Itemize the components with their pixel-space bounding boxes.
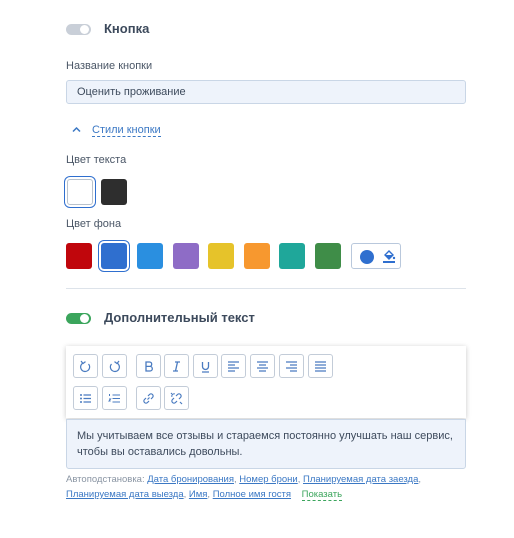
link-button[interactable]	[136, 386, 161, 410]
align-left-icon	[228, 360, 239, 372]
bg-color-swatch-blue[interactable]	[101, 243, 127, 269]
align-justify-icon	[315, 360, 326, 372]
button-name-input[interactable]: Оценить проживание	[66, 80, 466, 104]
toggle-knob	[80, 314, 89, 323]
bullet-list-icon	[80, 393, 91, 403]
autosub-show-link[interactable]: Показать	[301, 489, 343, 501]
editor-toolbar	[66, 346, 466, 418]
redo-button[interactable]	[102, 354, 127, 378]
autosub-var-booking-number[interactable]: Номер брони	[239, 474, 297, 485]
italic-icon	[173, 360, 180, 372]
autosub-var-booking-date[interactable]: Дата бронирования	[147, 474, 234, 485]
button-name-label: Название кнопки	[66, 60, 153, 72]
undo-button[interactable]	[73, 354, 98, 378]
bg-color-label: Цвет фона	[66, 218, 122, 230]
button-section-title: Кнопка	[104, 21, 150, 36]
extra-text-editor[interactable]: Мы учитываем все отзывы и стараемся пост…	[66, 419, 466, 469]
unlink-icon	[170, 392, 183, 404]
autosub-label: Автоподстановка:	[66, 474, 145, 485]
custom-color-picker-button[interactable]	[351, 243, 401, 269]
text-color-label: Цвет текста	[66, 154, 127, 166]
autosub-var-checkin-date[interactable]: Планируемая дата заезда	[303, 474, 418, 485]
extra-text-title: Дополнительный текст	[104, 310, 255, 325]
bullet-list-button[interactable]	[73, 386, 98, 410]
autosub-var-full-name[interactable]: Полное имя гостя	[213, 489, 291, 500]
button-styles-toggle[interactable]: Стили кнопки	[72, 124, 161, 137]
autosub-var-checkout-date[interactable]: Планируемая дата выезда	[66, 489, 184, 500]
text-color-swatch-dark[interactable]	[101, 179, 127, 205]
align-right-icon	[286, 360, 297, 372]
autosub-var-name[interactable]: Имя	[189, 489, 208, 500]
bg-color-swatch-green[interactable]	[315, 243, 341, 269]
bg-color-swatch-red[interactable]	[66, 243, 92, 269]
text-color-swatch-white[interactable]	[67, 179, 93, 205]
link-icon	[143, 392, 154, 404]
bg-color-swatch-yellow[interactable]	[208, 243, 234, 269]
toggle-knob	[80, 25, 89, 34]
bg-color-swatch-light-blue[interactable]	[137, 243, 163, 269]
paint-bucket-icon	[383, 250, 396, 263]
section-divider	[66, 288, 466, 289]
unlink-button[interactable]	[164, 386, 189, 410]
bg-color-swatch-purple[interactable]	[173, 243, 199, 269]
custom-color-dot	[360, 250, 374, 264]
align-center-button[interactable]	[250, 354, 275, 378]
bg-color-swatch-orange[interactable]	[244, 243, 270, 269]
underline-button[interactable]	[193, 354, 218, 378]
bold-button[interactable]	[136, 354, 161, 378]
align-justify-button[interactable]	[308, 354, 333, 378]
button-toggle[interactable]	[66, 24, 91, 35]
chevron-up-icon	[72, 125, 86, 136]
align-left-button[interactable]	[221, 354, 246, 378]
align-right-button[interactable]	[279, 354, 304, 378]
autosubstitution: Автоподстановка: Дата бронирования, Номе…	[66, 474, 422, 501]
bold-icon	[145, 360, 153, 372]
bg-color-swatch-teal[interactable]	[279, 243, 305, 269]
underline-icon	[201, 361, 210, 373]
align-center-icon	[257, 360, 268, 372]
numbered-list-icon	[108, 393, 120, 402]
redo-icon	[109, 360, 120, 372]
extra-text-toggle[interactable]	[66, 313, 91, 324]
italic-button[interactable]	[164, 354, 189, 378]
button-styles-link[interactable]: Стили кнопки	[92, 124, 161, 137]
undo-icon	[80, 360, 91, 372]
numbered-list-button[interactable]	[102, 386, 127, 410]
